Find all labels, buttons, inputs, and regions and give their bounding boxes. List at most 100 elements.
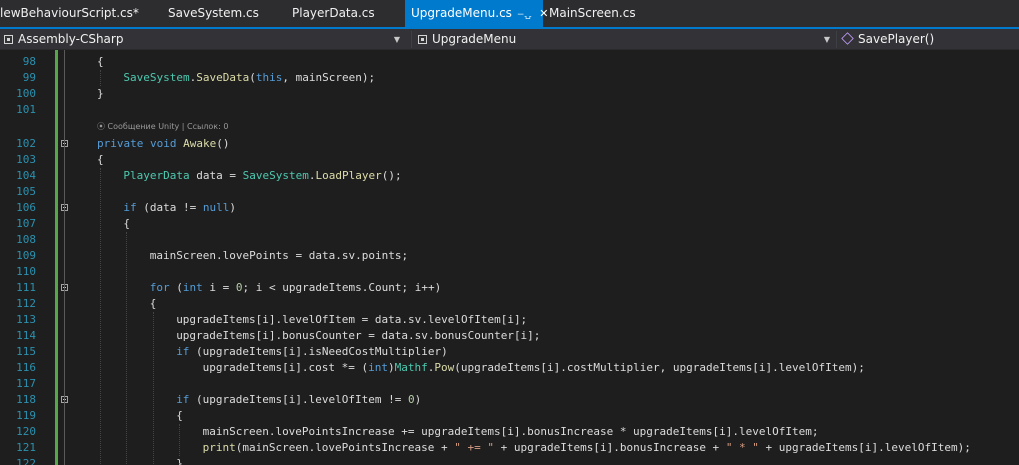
code-token: null (202, 201, 230, 214)
code-line: mainScreen.lovePointsIncrease += upgrade… (203, 424, 819, 440)
line-number: 114 (16, 329, 36, 342)
code-token: { (97, 55, 104, 68)
project-label: Assembly-CSharp (18, 32, 124, 46)
code-token: Pow (434, 361, 455, 374)
pin-icon[interactable]: −⍽ (517, 10, 531, 20)
line-number: 102 (16, 137, 36, 150)
line-number: 122 (16, 457, 36, 465)
code-line: { (97, 54, 104, 70)
tab-playerdata[interactable]: PlayerData.cs (292, 0, 397, 27)
code-token: Mathf (394, 361, 428, 374)
code-token: LoadPlayer (315, 169, 382, 182)
code-token: (upgradeItems[i].costMultiplier, upgrade… (454, 361, 865, 374)
code-token: if (123, 201, 137, 214)
close-icon[interactable]: ✕ (539, 7, 548, 20)
code-line: SaveSystem.SaveData(this, mainScreen); (123, 70, 375, 86)
code-token: { (149, 297, 157, 310)
code-line: if (data != null) (123, 200, 236, 216)
codelens-info[interactable]: ⦿ Сообщение Unity | Ссылок: 0 (97, 121, 228, 133)
code-token: (upgradeItems[i].isNeedCostMultiplier) (189, 345, 448, 358)
tab-label: UpgradeMenu.cs (411, 6, 512, 20)
tab-label: SaveSystem.cs (168, 6, 259, 20)
code-token: ( (169, 281, 183, 294)
indent-guide (179, 424, 181, 456)
line-number: 111 (16, 281, 36, 294)
class-dropdown[interactable]: UpgradeMenu ▼ (414, 31, 834, 48)
code-line: upgradeItems[i].levelOfItem = data.sv.le… (176, 312, 527, 328)
navigation-bar: Assembly-CSharp ▼ UpgradeMenu ▼ SavePlay… (0, 29, 1019, 50)
class-icon (418, 35, 427, 44)
indent-guide (100, 168, 101, 465)
code-line: { (97, 152, 104, 168)
code-token: { (97, 153, 104, 166)
code-line: { (150, 296, 157, 312)
code-line: upgradeItems[i].bonusCounter = data.sv.b… (176, 328, 540, 344)
code-line: } (97, 86, 104, 102)
code-line: private void Awake() (97, 136, 229, 152)
code-line: mainScreen.lovePoints = data.sv.points; (150, 248, 408, 264)
code-token: ) (229, 201, 236, 214)
tab-label: lewBehaviourScript.cs* (0, 6, 139, 20)
code-token: this (255, 71, 283, 84)
code-token: PlayerData (123, 169, 190, 182)
code-token: Awake (183, 137, 217, 150)
code-token: { (123, 217, 131, 230)
line-number: 100 (16, 87, 36, 100)
code-line: if (upgradeItems[i].isNeedCostMultiplier… (176, 344, 448, 360)
code-line: if (upgradeItems[i].levelOfItem != 0) (176, 392, 421, 408)
code-token: (mainScreen.lovePointsIncrease + (235, 441, 455, 454)
tab-mainscreen[interactable]: MainScreen.cs (549, 0, 649, 27)
code-token: ( (249, 71, 256, 84)
line-number: 116 (16, 361, 36, 374)
code-token: data = (189, 169, 243, 182)
tab-savesystem[interactable]: SaveSystem.cs (168, 0, 278, 27)
indent-guide (100, 70, 101, 86)
code-token: } (176, 457, 183, 465)
line-number: 103 (16, 153, 36, 166)
outline-line (64, 50, 65, 465)
code-token: " * " (725, 441, 759, 454)
code-token: upgradeItems[i].bonusCounter = data.sv.b… (176, 329, 541, 342)
code-token: 0 (407, 393, 415, 406)
code-editor[interactable]: 98 {99 SaveSystem.SaveData(this, mainScree… (0, 50, 1019, 465)
code-line: PlayerData data = SaveSystem.LoadPlayer(… (123, 168, 401, 184)
code-token: SaveData (196, 71, 250, 84)
code-token: int (182, 281, 203, 294)
method-icon (841, 32, 854, 45)
line-number: 108 (16, 233, 36, 246)
line-number: 112 (16, 297, 36, 310)
code-token: (); (381, 169, 402, 182)
line-number: 105 (16, 185, 36, 198)
line-number: 107 (16, 217, 36, 230)
line-number: 120 (16, 425, 36, 438)
code-token: upgradeItems[i].levelOfItem = data.sv.le… (176, 313, 528, 326)
code-token: private (97, 137, 144, 150)
divider (411, 31, 412, 48)
member-dropdown[interactable]: SavePlayer() (838, 31, 1019, 48)
code-token: (upgradeItems[i].levelOfItem != (189, 393, 408, 406)
code-token: { (176, 409, 183, 422)
code-token: ; i < upgradeItems.Count; i++) (242, 281, 442, 294)
code-token: for (149, 281, 170, 294)
line-number: 118 (16, 393, 36, 406)
project-dropdown[interactable]: Assembly-CSharp ▼ (0, 31, 404, 48)
chevron-down-icon: ▼ (393, 35, 400, 44)
tab-upgrademenu[interactable]: UpgradeMenu.cs −⍽ ✕ (405, 0, 549, 27)
code-token: upgradeItems[i].cost *= ( (202, 361, 369, 374)
code-line: } (176, 456, 183, 465)
code-token: int (368, 361, 389, 374)
code-token: 0 (235, 281, 243, 294)
line-number: 106 (16, 201, 36, 214)
project-icon (4, 35, 13, 44)
code-token: + upgradeItems[i].bonusIncrease + (494, 441, 726, 454)
tab-newbehaviourscript[interactable]: lewBehaviourScript.cs* (0, 0, 160, 27)
member-label: SavePlayer() (858, 32, 935, 46)
code-token: " += " (454, 441, 495, 454)
indent-guide (152, 312, 154, 465)
code-line: print(mainScreen.lovePointsIncrease + " … (203, 440, 971, 456)
line-number: 117 (16, 377, 36, 390)
code-line: { (123, 216, 130, 232)
code-token: () (216, 137, 230, 150)
code-line: upgradeItems[i].cost *= (int)Mathf.Pow(u… (203, 360, 865, 376)
